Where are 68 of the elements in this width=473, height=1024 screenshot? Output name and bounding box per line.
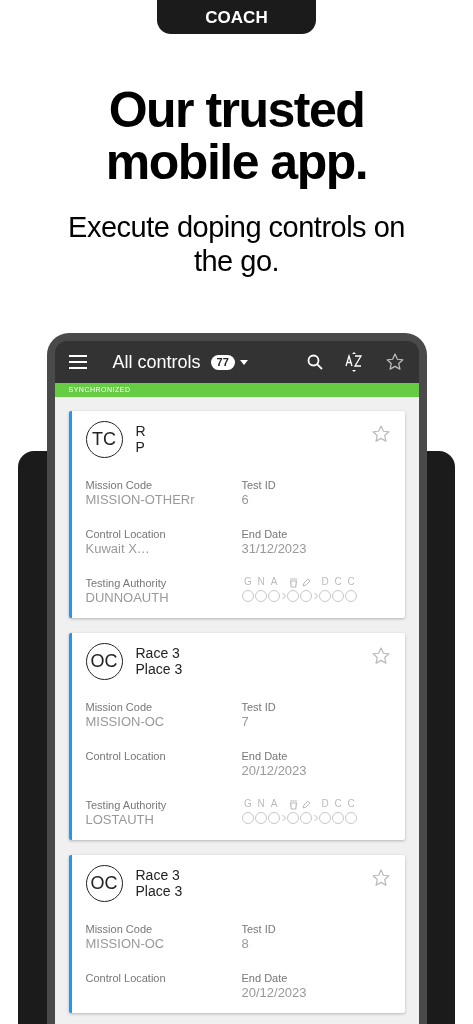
step-label: D	[320, 576, 330, 588]
cup-icon	[288, 800, 298, 810]
field-value: DUNNOAUTH	[85, 590, 170, 606]
chevron-icon	[312, 592, 319, 600]
coach-tag: COACH	[157, 0, 316, 34]
sort-icon[interactable]	[344, 352, 363, 372]
field-value: 6	[241, 492, 250, 508]
headline: Our trusted mobile app.	[104, 84, 369, 188]
dropdown-caret-icon[interactable]	[239, 359, 248, 365]
cup-icon	[288, 578, 298, 588]
title-line: R	[135, 423, 146, 439]
step-label: C	[333, 798, 343, 810]
field-label: Testing Authority	[85, 576, 168, 590]
title-line: Race 3	[135, 645, 181, 661]
field-value: MISSION-OTHERr	[85, 492, 196, 508]
control-card[interactable]: OC Race 3 Place 3 Mission Code MISSION-OC Test ID 8 Control Location End Date 20/12/2023	[68, 855, 405, 1013]
app-title: All controls	[112, 350, 201, 374]
title-line: Race 3	[135, 867, 181, 883]
chevron-icon	[280, 814, 287, 822]
count-badge: 77	[210, 354, 235, 370]
field-label: Control Location	[85, 971, 167, 985]
star-icon[interactable]	[384, 352, 405, 372]
step-label: C	[346, 576, 356, 588]
pen-icon	[301, 800, 311, 810]
field-label: End Date	[241, 971, 289, 985]
step-label: G	[243, 576, 253, 588]
step-label: G	[243, 798, 253, 810]
subtitle-line: Place 3	[135, 883, 183, 899]
control-card[interactable]: OC Race 3 Place 3 Mission Code MISSION-OC Test ID 7 Control Location End Date 20/12/2023 Testing Authority LOSTAUTH G N A D C C	[68, 633, 405, 840]
field-label: Mission Code	[85, 922, 154, 936]
field-label: Mission Code	[85, 478, 154, 492]
chevron-icon	[312, 814, 319, 822]
star-icon[interactable]	[370, 646, 391, 666]
field-label: End Date	[241, 527, 289, 541]
field-value: 20/12/2023	[241, 985, 308, 1001]
field-value: 7	[241, 714, 250, 730]
field-value: Kuwait X…	[85, 541, 151, 557]
step-label: N	[256, 798, 266, 810]
star-icon[interactable]	[370, 868, 391, 888]
step-label: C	[333, 576, 343, 588]
subtitle-line: Place 3	[135, 661, 183, 677]
field-value: MISSION-OC	[85, 936, 166, 952]
field-label: Test ID	[241, 478, 277, 492]
step-label: C	[346, 798, 356, 810]
field-label: Control Location	[85, 749, 167, 763]
star-icon[interactable]	[370, 424, 391, 444]
field-value: 8	[241, 936, 250, 952]
step-label: N	[256, 576, 266, 588]
field-label: Test ID	[241, 922, 277, 936]
step-label: D	[320, 798, 330, 810]
step-label: A	[269, 576, 279, 588]
pen-icon	[301, 578, 311, 588]
field-label: End Date	[241, 749, 289, 763]
field-label: Test ID	[241, 700, 277, 714]
subtitle: Execute doping controls on the go.	[67, 210, 406, 278]
subtitle-line: P	[135, 439, 146, 455]
field-value: MISSION-OC	[85, 714, 166, 730]
field-label: Mission Code	[85, 700, 154, 714]
field-label: Testing Authority	[85, 798, 168, 812]
search-icon[interactable]	[306, 354, 323, 370]
chevron-icon	[280, 592, 287, 600]
field-value: 20/12/2023	[241, 763, 308, 779]
field-label: Control Location	[85, 527, 167, 541]
menu-icon[interactable]	[68, 355, 87, 369]
step-label: A	[269, 798, 279, 810]
field-value: LOSTAUTH	[85, 812, 155, 828]
field-value: 31/12/2023	[241, 541, 308, 557]
control-card[interactable]: TC R P Mission Code MISSION-OTHERr Test ID 6 Control Location Kuwait X… End Date 31/12/2023 Testing Authority DUNNOAUTH G N A D C C	[68, 411, 405, 618]
